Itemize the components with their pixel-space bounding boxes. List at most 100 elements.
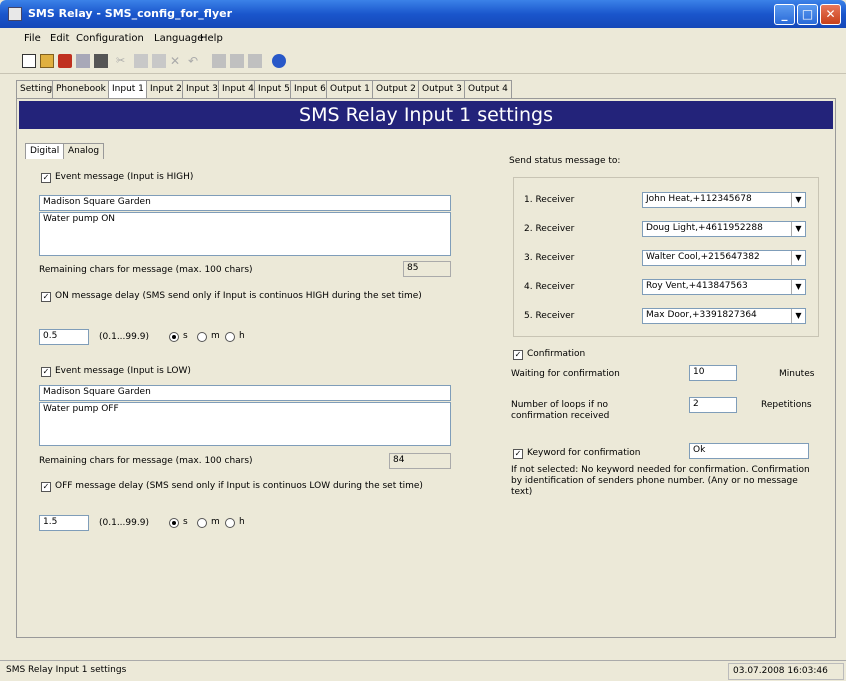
tab-input-1[interactable]: Input 1: [108, 80, 148, 99]
minimize-button[interactable]: _: [774, 4, 795, 25]
loops-input[interactable]: 2: [689, 397, 737, 413]
open-icon[interactable]: [40, 54, 54, 68]
high-unit-minutes-radio[interactable]: [197, 332, 207, 342]
cut-icon[interactable]: ✂: [116, 54, 130, 68]
receivers-title: Send status message to:: [509, 156, 621, 166]
delete-icon[interactable]: ✕: [170, 54, 184, 68]
receiver-3-select[interactable]: Walter Cool,+215647382 ▼: [642, 250, 806, 266]
low-message-line1[interactable]: Madison Square Garden: [39, 385, 451, 401]
low-unit-minutes-radio[interactable]: [197, 518, 207, 528]
loops-label: Number of loops if no confirmation recei…: [511, 400, 610, 421]
confirmation-note: If not selected: No keyword needed for c…: [511, 465, 810, 497]
status-bar: SMS Relay Input 1 settings 03.07.2008 16…: [0, 660, 846, 681]
high-event-checkbox[interactable]: ✓: [41, 173, 51, 183]
toolbar: ✂ ✕ ↶: [0, 50, 846, 74]
chevron-down-icon[interactable]: ▼: [791, 309, 805, 323]
menu-edit[interactable]: Edit: [50, 33, 69, 44]
tab-output-3[interactable]: Output 3: [418, 80, 466, 98]
write-device-icon[interactable]: [230, 54, 244, 68]
device-settings-icon[interactable]: [248, 54, 262, 68]
receiver-5-label: 5. Receiver: [524, 311, 575, 321]
low-event-checkbox[interactable]: ✓: [41, 367, 51, 377]
waiting-label: Waiting for confirmation: [511, 369, 620, 379]
keyword-checkbox[interactable]: ✓: [513, 449, 523, 459]
low-unit-hours-label: h: [239, 517, 245, 527]
receiver-2-value: Doug Light,+4611952288: [646, 223, 763, 233]
menu-file[interactable]: File: [24, 33, 41, 44]
low-delay-checkbox[interactable]: ✓: [41, 482, 51, 492]
high-delay-checkbox[interactable]: ✓: [41, 292, 51, 302]
menu-help[interactable]: Help: [200, 33, 223, 44]
high-message-line1[interactable]: Madison Square Garden: [39, 195, 451, 211]
tab-input-2[interactable]: Input 2: [146, 80, 186, 98]
waiting-unit: Minutes: [779, 369, 815, 379]
loops-unit: Repetitions: [761, 400, 812, 410]
paste-icon[interactable]: [152, 54, 166, 68]
confirmation-checkbox[interactable]: ✓: [513, 350, 523, 360]
chevron-down-icon[interactable]: ▼: [791, 222, 805, 236]
chevron-down-icon[interactable]: ▼: [791, 193, 805, 207]
tab-phonebook[interactable]: Phonebook: [52, 80, 110, 98]
tab-output-2[interactable]: Output 2: [372, 80, 420, 98]
menu-configuration[interactable]: Configuration: [76, 33, 144, 44]
print-icon[interactable]: [94, 54, 108, 68]
low-delay-input[interactable]: 1.5: [39, 515, 89, 531]
subtab-analog[interactable]: Analog: [63, 143, 105, 159]
high-unit-hours-radio[interactable]: [225, 332, 235, 342]
undo-icon[interactable]: ↶: [188, 54, 202, 68]
receiver-1-value: John Heat,+112345678: [646, 194, 752, 204]
close-button[interactable]: ✕: [820, 4, 841, 25]
read-device-icon[interactable]: [212, 54, 226, 68]
tab-input-5[interactable]: Input 5: [254, 80, 294, 98]
high-remaining-label: Remaining chars for message (max. 100 ch…: [39, 265, 253, 275]
high-remaining-count: 85: [403, 261, 451, 277]
settings-panel: SMS Relay Input 1 settings Digital Analo…: [16, 98, 836, 638]
save-icon[interactable]: [76, 54, 90, 68]
status-text: SMS Relay Input 1 settings: [6, 665, 127, 675]
maximize-button[interactable]: □: [797, 4, 818, 25]
title-bar[interactable]: SMS Relay - SMS_config_for_flyer _ □ ✕: [0, 0, 846, 28]
high-unit-minutes-label: m: [211, 331, 220, 341]
low-delay-label: OFF message delay (SMS send only if Inpu…: [55, 481, 423, 491]
window-title: SMS Relay - SMS_config_for_flyer: [28, 7, 233, 20]
import-icon[interactable]: [58, 54, 72, 68]
receiver-5-select[interactable]: Max Door,+3391827364 ▼: [642, 308, 806, 324]
tab-input-3[interactable]: Input 3: [182, 80, 222, 98]
low-message-line2[interactable]: Water pump OFF: [39, 402, 451, 446]
chevron-down-icon[interactable]: ▼: [791, 280, 805, 294]
tab-output-4[interactable]: Output 4: [464, 80, 512, 98]
high-unit-hours-label: h: [239, 331, 245, 341]
low-unit-seconds-label: s: [183, 517, 188, 527]
low-unit-hours-radio[interactable]: [225, 518, 235, 528]
subtab-digital[interactable]: Digital: [25, 143, 65, 159]
waiting-input[interactable]: 10: [689, 365, 737, 381]
keyword-input[interactable]: Ok: [689, 443, 809, 459]
tab-output-1[interactable]: Output 1: [326, 80, 374, 98]
low-event-label: Event message (Input is LOW): [55, 366, 191, 376]
low-unit-minutes-label: m: [211, 517, 220, 527]
high-delay-input[interactable]: 0.5: [39, 329, 89, 345]
receivers-group: 1. Receiver John Heat,+112345678 ▼ 2. Re…: [513, 177, 819, 337]
tab-input-6[interactable]: Input 6: [290, 80, 330, 98]
high-unit-seconds-label: s: [183, 331, 188, 341]
chevron-down-icon[interactable]: ▼: [791, 251, 805, 265]
menu-bar: File Edit Configuration Language Help: [0, 30, 846, 48]
high-delay-range: (0.1...99.9): [99, 332, 149, 342]
copy-icon[interactable]: [134, 54, 148, 68]
receiver-2-label: 2. Receiver: [524, 224, 575, 234]
receiver-2-select[interactable]: Doug Light,+4611952288 ▼: [642, 221, 806, 237]
page-title: SMS Relay Input 1 settings: [19, 101, 833, 129]
new-icon[interactable]: [22, 54, 36, 68]
low-remaining-label: Remaining chars for message (max. 100 ch…: [39, 456, 253, 466]
low-unit-seconds-radio[interactable]: [169, 518, 179, 528]
receiver-4-select[interactable]: Roy Vent,+413847563 ▼: [642, 279, 806, 295]
high-unit-seconds-radio[interactable]: [169, 332, 179, 342]
receiver-5-value: Max Door,+3391827364: [646, 310, 757, 320]
keyword-label: Keyword for confirmation: [527, 448, 641, 458]
info-icon[interactable]: [272, 54, 286, 68]
high-message-line2[interactable]: Water pump ON: [39, 212, 451, 256]
menu-language[interactable]: Language: [154, 33, 203, 44]
tab-input-4[interactable]: Input 4: [218, 80, 258, 98]
low-remaining-count: 84: [389, 453, 451, 469]
receiver-1-select[interactable]: John Heat,+112345678 ▼: [642, 192, 806, 208]
